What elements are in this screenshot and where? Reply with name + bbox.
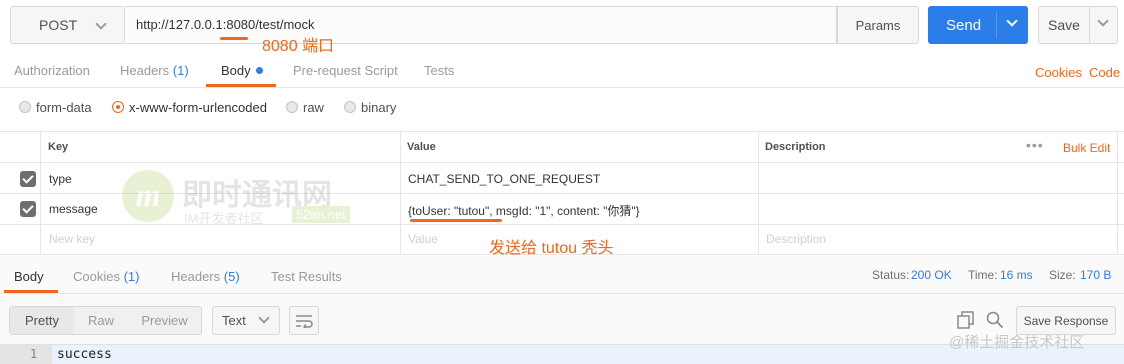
bulk-edit-link[interactable]: Bulk Edit [1063, 141, 1110, 155]
view-mode-group: Pretty Raw Preview [9, 306, 202, 335]
wrap-lines-button[interactable] [289, 306, 319, 335]
tab-authorization[interactable]: Authorization [14, 63, 90, 78]
response-tab-body[interactable]: Body [14, 269, 44, 284]
response-text: success [57, 347, 112, 362]
row-checkbox[interactable] [20, 201, 36, 217]
table-cell-key[interactable]: message [49, 202, 98, 216]
radio-raw[interactable] [286, 101, 298, 113]
response-tab-cookies-count: (1) [123, 269, 140, 284]
table-top-border [0, 131, 1124, 132]
tabs-divider [0, 87, 1124, 88]
method-select[interactable]: POST [10, 6, 125, 44]
params-button[interactable]: Params [837, 6, 919, 44]
status-value: 200 OK [911, 268, 952, 282]
radio-raw-label: raw [303, 100, 324, 115]
format-label: Text [222, 313, 246, 328]
raw-label: Raw [87, 313, 114, 328]
touser-underline [410, 219, 502, 222]
copy-icon[interactable] [957, 311, 975, 329]
params-label: Params [855, 17, 901, 33]
chevron-down-icon [258, 312, 270, 324]
table-cell-value[interactable]: CHAT_SEND_TO_ONE_REQUEST [408, 172, 600, 186]
table-col-border [40, 131, 41, 254]
preview-label: Preview [141, 313, 188, 328]
size-value: 170 B [1080, 268, 1112, 282]
radio-form-data-label: form-data [36, 100, 92, 115]
tab-headers[interactable]: Headers (1) [120, 63, 189, 78]
line-number: 1 [30, 347, 38, 361]
m-logo-icon: m [122, 170, 174, 222]
chevron-down-icon[interactable] [1006, 15, 1018, 27]
tab-body-label: Body [221, 63, 251, 78]
pretty-button[interactable]: Pretty [10, 307, 74, 334]
svg-text:m: m [136, 177, 161, 213]
chevron-down-icon[interactable] [1097, 15, 1109, 27]
save-divider [1089, 7, 1090, 43]
radio-urlencoded-label: x-www-form-urlencoded [129, 100, 267, 115]
line-gutter [0, 345, 52, 364]
column-header-description: Description [765, 141, 826, 153]
save-button[interactable]: Save [1038, 6, 1118, 44]
new-key-placeholder[interactable]: New key [49, 232, 95, 246]
send-label: Send [946, 17, 982, 34]
new-description-placeholder[interactable]: Description [766, 232, 826, 246]
url-text: http://127.0.0.1:8080/test/mock [136, 17, 315, 32]
tab-headers-count: (1) [172, 63, 189, 78]
tab-prerequest-script[interactable]: Pre-request Script [293, 63, 398, 78]
new-value-placeholder[interactable]: Value [408, 232, 438, 246]
response-tab-cookies[interactable]: Cookies (1) [73, 269, 139, 284]
body-modified-dot [256, 67, 264, 74]
raw-button[interactable]: Raw [74, 307, 128, 334]
radio-binary[interactable] [344, 101, 356, 113]
table-header-border [0, 162, 1124, 163]
pretty-label: Pretty [25, 313, 59, 328]
table-col-border [1117, 131, 1118, 254]
response-tabs-divider [0, 293, 1124, 294]
response-tab-test-results[interactable]: Test Results [271, 269, 342, 284]
send-to-annotation: 发送给 tutou 秃头 [489, 240, 614, 257]
radio-binary-label: binary [361, 100, 397, 115]
port-annotation: 8080 端口 [262, 38, 335, 55]
search-icon[interactable] [986, 311, 1004, 329]
row-checkbox[interactable] [20, 171, 36, 187]
response-tab-headers-label: Headers [171, 269, 221, 284]
wrap-lines-icon [296, 314, 313, 328]
response-tab-cookies-label: Cookies [73, 269, 120, 284]
table-cell-value[interactable]: {toUser: "tutou", msgId: "1", content: "… [408, 202, 640, 219]
table-row-border [0, 224, 1124, 225]
method-label: POST [39, 17, 78, 33]
column-header-value: Value [407, 141, 436, 153]
table-col-border [400, 131, 401, 254]
juejin-watermark: @稀土掘金技术社区 [949, 334, 1085, 351]
watermark-domain: 52im.net [292, 206, 350, 223]
save-label: Save [1048, 17, 1080, 33]
table-cell-key[interactable]: type [49, 172, 72, 186]
send-divider [996, 12, 997, 38]
tab-tests[interactable]: Tests [424, 63, 454, 78]
more-options-icon[interactable]: ••• [1026, 137, 1044, 153]
radio-form-data[interactable] [19, 101, 31, 113]
cookies-link[interactable]: Cookies [1035, 65, 1082, 80]
time-label: Time: [968, 268, 998, 282]
format-select[interactable]: Text [212, 306, 280, 335]
size-label: Size: [1049, 268, 1076, 282]
table-col-border [758, 131, 759, 254]
tab-body[interactable]: Body [221, 63, 264, 78]
status-label: Status: [872, 268, 910, 282]
url-port-underline [220, 37, 248, 40]
radio-x-www-form-urlencoded[interactable] [112, 101, 124, 113]
chevron-down-icon [95, 18, 107, 30]
save-response-label: Save Response [1023, 313, 1109, 328]
watermark-tagline: IM开发者社区 [184, 211, 264, 226]
column-header-key: Key [48, 141, 69, 153]
code-link[interactable]: Code [1089, 65, 1120, 80]
tab-headers-label: Headers [120, 63, 170, 78]
preview-button[interactable]: Preview [128, 307, 201, 334]
time-value: 16 ms [1000, 268, 1033, 282]
send-button[interactable]: Send [928, 6, 1028, 44]
response-tab-headers-count: (5) [223, 269, 240, 284]
response-tab-headers[interactable]: Headers (5) [171, 269, 240, 284]
